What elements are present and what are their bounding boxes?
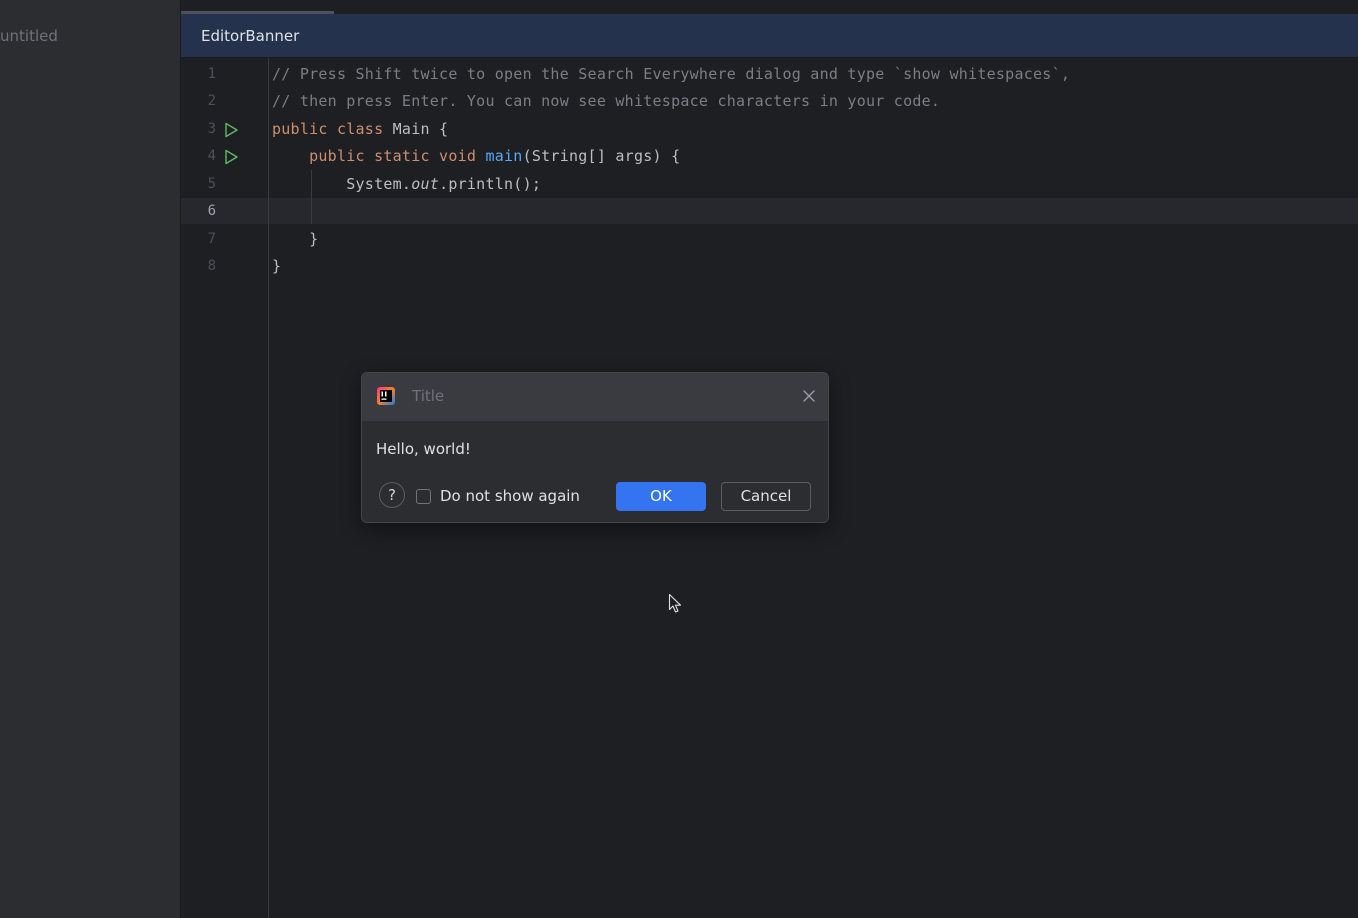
do-not-show-again-checkbox[interactable] bbox=[416, 489, 431, 504]
code-line[interactable]: 2 // then press Enter. You can now see w… bbox=[181, 88, 1358, 115]
line-number: 2 bbox=[207, 93, 216, 109]
code-text: // Press Shift twice to open the Search … bbox=[272, 65, 1071, 83]
run-gutter-icon[interactable] bbox=[223, 149, 239, 165]
code-line[interactable]: 5 System.out.println(); bbox=[181, 171, 1358, 198]
do-not-show-again-label[interactable]: Do not show again bbox=[440, 486, 580, 506]
line-number: 7 bbox=[207, 231, 216, 247]
editor-tab-strip bbox=[181, 0, 1358, 13]
help-button[interactable]: ? bbox=[379, 482, 405, 508]
code-keyword: public class bbox=[272, 120, 393, 138]
intellij-app-icon bbox=[377, 387, 395, 405]
code-pre: System. bbox=[346, 175, 412, 193]
close-icon[interactable] bbox=[802, 389, 816, 403]
code-line[interactable]: 7 } bbox=[181, 226, 1358, 253]
dialog-message: Hello, world! bbox=[376, 440, 471, 458]
line-number: 8 bbox=[207, 258, 216, 274]
editor-banner: EditorBanner bbox=[181, 14, 1358, 58]
code-text: // then press Enter. You can now see whi… bbox=[272, 92, 941, 110]
code-text: System.out.println(); bbox=[272, 171, 541, 198]
run-gutter-icon[interactable] bbox=[223, 122, 239, 138]
code-line[interactable]: 3 public class Main { bbox=[181, 116, 1358, 143]
line-number: 1 bbox=[207, 66, 216, 82]
code-keyword: public static void bbox=[309, 147, 486, 165]
code-text: } bbox=[272, 257, 282, 275]
code-rest: Main { bbox=[392, 120, 449, 138]
code-static-field: out bbox=[411, 175, 440, 193]
code-text: public static void main(String[] args) { bbox=[272, 143, 680, 170]
code-line[interactable]: 1 // Press Shift twice to open the Searc… bbox=[181, 61, 1358, 88]
project-panel: untitled bbox=[0, 0, 180, 918]
code-text: } bbox=[272, 230, 319, 248]
ide-window: untitled EditorBanner 1 // Press Shift t… bbox=[0, 0, 1358, 918]
ok-button[interactable]: OK bbox=[616, 482, 706, 511]
code-line[interactable]: 4 public static void main(String[] args)… bbox=[181, 143, 1358, 170]
line-number: 3 bbox=[207, 121, 216, 137]
message-dialog: Title Hello, world! ? Do not show again … bbox=[361, 372, 829, 523]
code-rest: .println(); bbox=[439, 175, 542, 193]
dialog-title: Title bbox=[412, 387, 445, 405]
line-number: 5 bbox=[207, 176, 216, 192]
line-number: 6 bbox=[207, 203, 216, 219]
editor-banner-text: EditorBanner bbox=[201, 27, 300, 45]
line-number: 4 bbox=[207, 148, 216, 164]
code-line[interactable]: 8 } bbox=[181, 253, 1358, 280]
code-line-current[interactable]: 6 bbox=[181, 198, 1358, 225]
code-text: public class Main { bbox=[272, 116, 448, 143]
code-function: main bbox=[485, 147, 523, 165]
dialog-title-bar[interactable]: Title bbox=[362, 373, 828, 421]
mouse-cursor-icon bbox=[668, 593, 682, 613]
code-rest: (String[] args) { bbox=[522, 147, 681, 165]
cancel-button[interactable]: Cancel bbox=[721, 482, 811, 511]
project-tree-item[interactable]: untitled bbox=[0, 25, 58, 47]
